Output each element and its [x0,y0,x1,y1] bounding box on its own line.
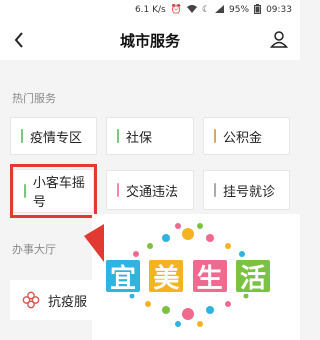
battery-level: 95% [229,5,250,15]
logo-char: 活 [233,258,272,294]
logo-char: 生 [190,258,229,294]
accent-bar [117,129,119,143]
moon-icon: ☾ [201,5,211,15]
network-speed: 6.1 K/s [134,5,166,15]
accent-bar [117,183,119,197]
tile-label: 小客车摇号 [32,176,85,210]
logo-char: 美 [147,258,186,294]
tile-label: 挂号就诊 [223,184,276,200]
battery-icon [254,3,262,17]
accent-bar [214,129,216,143]
signal-icon [215,4,225,16]
tile-social-security[interactable]: 社保 [106,117,194,155]
tile-label: 公积金 [223,130,263,146]
nav-bar: 城市服务 [0,20,300,60]
card-label: 抗疫服 [48,294,88,310]
accent-bar [21,129,23,143]
tile-traffic-violation[interactable]: 交通违法 [106,170,194,210]
tile-label: 社保 [126,130,153,146]
hot-services-heading: 热门服务 [12,92,56,105]
chevron-left-icon [14,32,23,48]
red-arrow-icon [84,224,104,262]
accent-bar [24,184,26,198]
office-hall-heading: 办事大厅 [12,243,56,256]
wifi-icon [186,4,197,16]
tile-label: 交通违法 [126,184,179,200]
tile-housing-fund[interactable]: 公积金 [203,117,290,155]
logo-wordmark: 宜 美 生 活 [104,258,272,294]
tile-label: 疫情专区 [30,130,83,146]
user-icon [270,31,288,48]
profile-button[interactable] [268,28,290,50]
clock-time: 09:33 [266,5,292,15]
logo-char: 宜 [104,258,142,294]
flower-icon [22,291,40,309]
back-button[interactable] [10,30,28,50]
status-bar: 6.1 K/s ⏰ ☾ 95% 09:33 [0,0,300,20]
tile-car-lottery[interactable]: 小客车摇号 [13,169,94,213]
tile-epidemic-zone[interactable]: 疫情专区 [10,117,97,155]
tile-hospital-registration[interactable]: 挂号就诊 [203,170,290,210]
section-gap [0,60,300,82]
accent-bar [214,183,216,197]
page-title: 城市服务 [119,31,180,50]
alarm-icon: ⏰ [170,5,182,15]
